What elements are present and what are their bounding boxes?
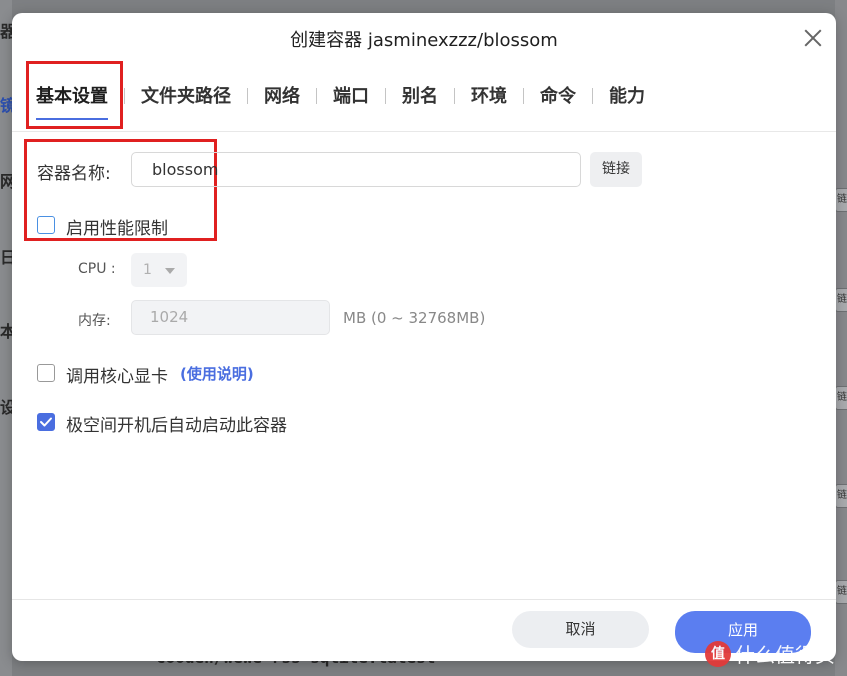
background-page-left: 器 镜 网 日 本 设	[0, 0, 16, 676]
cancel-button[interactable]: 取消	[512, 611, 649, 648]
memory-input[interactable]: 1024	[131, 300, 330, 335]
gpu-label: 调用核心显卡	[66, 367, 168, 387]
tab-separator	[592, 88, 593, 104]
checkmark-icon	[40, 417, 52, 427]
footer-divider	[12, 599, 836, 600]
cpu-value: 1	[143, 262, 152, 278]
tab-capabilities[interactable]: 能力	[609, 82, 645, 110]
watermark: 值 什么值得买	[705, 639, 835, 668]
cpu-label: CPU :	[78, 261, 116, 277]
bg-link-tab: 链接	[835, 484, 847, 508]
tab-environment[interactable]: 环境	[471, 82, 507, 110]
tab-network[interactable]: 网络	[264, 82, 300, 110]
perf-limit-checkbox[interactable]	[37, 216, 55, 234]
chevron-down-icon	[165, 268, 175, 274]
watermark-logo-icon: 值	[705, 640, 731, 667]
close-icon[interactable]	[804, 29, 822, 47]
tab-alias[interactable]: 别名	[402, 82, 438, 110]
tab-separator	[247, 88, 248, 104]
memory-label: 内存:	[78, 313, 111, 329]
bg-link-tab: 链接	[835, 580, 847, 604]
autostart-label: 极空间开机后自动启动此容器	[66, 416, 287, 436]
dialog-title: 创建容器 jasminexzzz/blossom	[290, 30, 558, 51]
perf-limit-label: 启用性能限制	[66, 219, 168, 239]
gpu-checkbox[interactable]	[37, 364, 55, 382]
container-name-input[interactable]: blossom	[131, 152, 581, 187]
tab-separator	[454, 88, 455, 104]
tab-separator	[316, 88, 317, 104]
tab-command[interactable]: 命令	[540, 82, 576, 110]
cpu-select[interactable]: 1	[131, 253, 187, 287]
bg-link-tab: 链接	[835, 288, 847, 312]
tab-ports[interactable]: 端口	[333, 82, 369, 110]
tab-separator	[523, 88, 524, 104]
link-button[interactable]: 链接	[590, 152, 642, 187]
gpu-help-link[interactable]: (使用说明)	[180, 363, 254, 384]
watermark-text: 什么值得买	[735, 643, 835, 667]
bg-link-tab: 链接	[835, 188, 847, 212]
bg-link-tab: 链接	[835, 386, 847, 410]
container-name-label: 容器名称:	[37, 164, 111, 184]
memory-range-hint: MB (0 ~ 32768MB)	[343, 309, 486, 327]
create-container-dialog: 创建容器 jasminexzzz/blossom 基本设置 文件夹路径 网络 端…	[12, 13, 836, 661]
background-page-right: 链接 链接 链接 链接 链接	[835, 0, 847, 676]
tabs-divider	[12, 131, 836, 132]
tab-bar: 基本设置 文件夹路径 网络 端口 别名 环境 命令 能力	[36, 81, 645, 120]
highlight-box-tab	[26, 61, 123, 129]
tab-separator	[385, 88, 386, 104]
tab-folder-path[interactable]: 文件夹路径	[141, 82, 231, 110]
tab-separator	[124, 88, 125, 104]
autostart-checkbox[interactable]	[37, 413, 55, 431]
